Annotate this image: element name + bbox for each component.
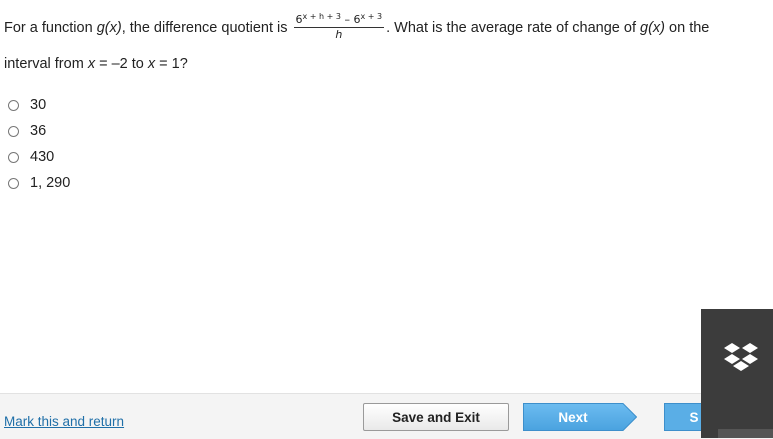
question-line-2: interval from x = –2 to x = 1? bbox=[4, 46, 764, 82]
answer-options: 30 36 430 1, 290 bbox=[8, 92, 70, 196]
option-label: 1, 290 bbox=[30, 175, 71, 191]
question-fragment: = –2 to bbox=[95, 56, 148, 72]
radio-button[interactable] bbox=[8, 151, 19, 163]
radio-button[interactable] bbox=[8, 125, 19, 137]
next-button[interactable]: Next bbox=[523, 403, 637, 431]
radio-button[interactable] bbox=[8, 177, 19, 189]
option-label: 36 bbox=[30, 123, 47, 139]
question-fragment: interval from bbox=[4, 56, 84, 72]
answer-option-3[interactable]: 430 bbox=[8, 144, 70, 170]
fraction-numerator: 6x + h + 3 – 6x + 3 bbox=[293, 12, 385, 29]
function-name: g(x) bbox=[96, 20, 122, 36]
question-fragment: , the difference quotient is bbox=[121, 20, 288, 36]
question-fragment: For a function bbox=[4, 20, 93, 36]
question-fragment: = 1? bbox=[155, 56, 188, 72]
question-fragment: on the bbox=[669, 20, 710, 36]
question-fragment: . What is the average rate of change of bbox=[386, 20, 636, 36]
next-label: Next bbox=[558, 409, 588, 425]
option-label: 430 bbox=[30, 149, 55, 165]
answer-option-4[interactable]: 1, 290 bbox=[8, 170, 70, 196]
radio-button[interactable] bbox=[8, 99, 19, 111]
answer-option-2[interactable]: 36 bbox=[8, 118, 70, 144]
question-line-1: For a function g(x), the difference quot… bbox=[4, 10, 764, 46]
difference-quotient-fraction: 6x + h + 3 – 6x + 3 h bbox=[293, 10, 385, 42]
footer-toolbar: Mark this and return Save and Exit Next … bbox=[0, 393, 773, 439]
mark-and-return-link[interactable]: Mark this and return bbox=[4, 414, 124, 429]
option-label: 30 bbox=[30, 97, 47, 113]
function-name: g(x) bbox=[640, 20, 666, 36]
dropbox-side-panel[interactable] bbox=[701, 309, 773, 438]
question-text: For a function g(x), the difference quot… bbox=[4, 10, 764, 82]
variable: x bbox=[87, 56, 96, 72]
save-and-exit-button[interactable]: Save and Exit bbox=[363, 403, 509, 431]
panel-tab bbox=[718, 429, 773, 438]
dropbox-icon bbox=[724, 343, 758, 371]
answer-option-1[interactable]: 30 bbox=[8, 92, 70, 118]
fraction-denominator: h bbox=[335, 28, 343, 42]
